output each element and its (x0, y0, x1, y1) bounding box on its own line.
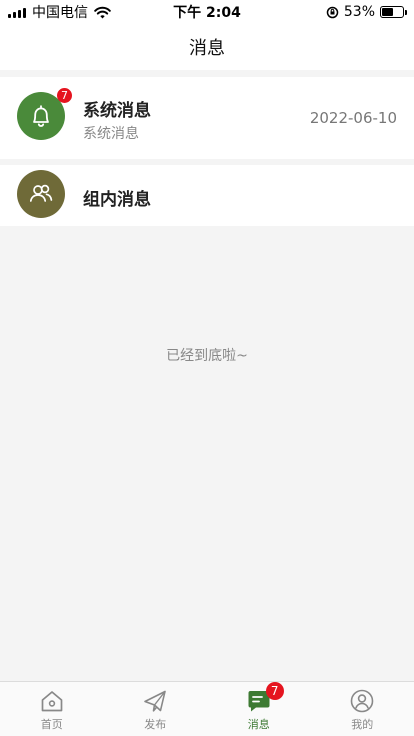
tab-label: 我的 (351, 718, 374, 731)
status-bar: 中国电信 下午 2:04 53% (0, 0, 414, 24)
message-title: 系统消息 (83, 101, 151, 121)
wifi-icon (94, 6, 111, 18)
unread-badge: 7 (265, 682, 284, 700)
tab-home[interactable]: 首页 (0, 682, 104, 736)
home-icon (39, 688, 65, 714)
tab-mine[interactable]: 我的 (311, 682, 414, 736)
tab-label: 首页 (40, 718, 63, 731)
status-left: 中国电信 (8, 2, 111, 22)
message-title: 组内消息 (83, 190, 151, 210)
tab-messages[interactable]: 7 消息 (207, 682, 311, 736)
rotation-lock-icon (326, 6, 339, 18)
group-icon (29, 184, 53, 202)
tab-bar: 首页 发布 7 消息 我的 (0, 681, 414, 736)
bell-icon (33, 105, 49, 127)
page-title: 消息 (189, 38, 225, 59)
signal-icon (8, 7, 26, 18)
bell-avatar: 7 (17, 88, 72, 140)
message-item-system[interactable]: 7 系统消息 系统消息 2022-06-10 (0, 77, 414, 159)
tab-label: 发布 (144, 718, 167, 731)
nav-bar: 消息 (0, 24, 414, 70)
message-icon: 7 (246, 682, 284, 714)
message-item-group[interactable]: 组内消息 (0, 165, 414, 226)
status-right: 53% (326, 4, 407, 20)
paper-plane-icon (142, 688, 168, 714)
user-icon (349, 688, 375, 714)
group-avatar (17, 170, 65, 218)
battery-icon (380, 6, 407, 18)
list-end-text: 已经到底啦~ (166, 348, 248, 364)
tab-label: 消息 (247, 718, 270, 731)
carrier-label: 中国电信 (32, 5, 88, 21)
tab-publish[interactable]: 发布 (104, 682, 208, 736)
unread-badge: 7 (57, 88, 72, 103)
message-date: 2022-06-10 (309, 109, 397, 127)
battery-fill (382, 8, 393, 16)
battery-percent: 53% (343, 4, 375, 20)
message-subtitle: 系统消息 (83, 126, 139, 142)
